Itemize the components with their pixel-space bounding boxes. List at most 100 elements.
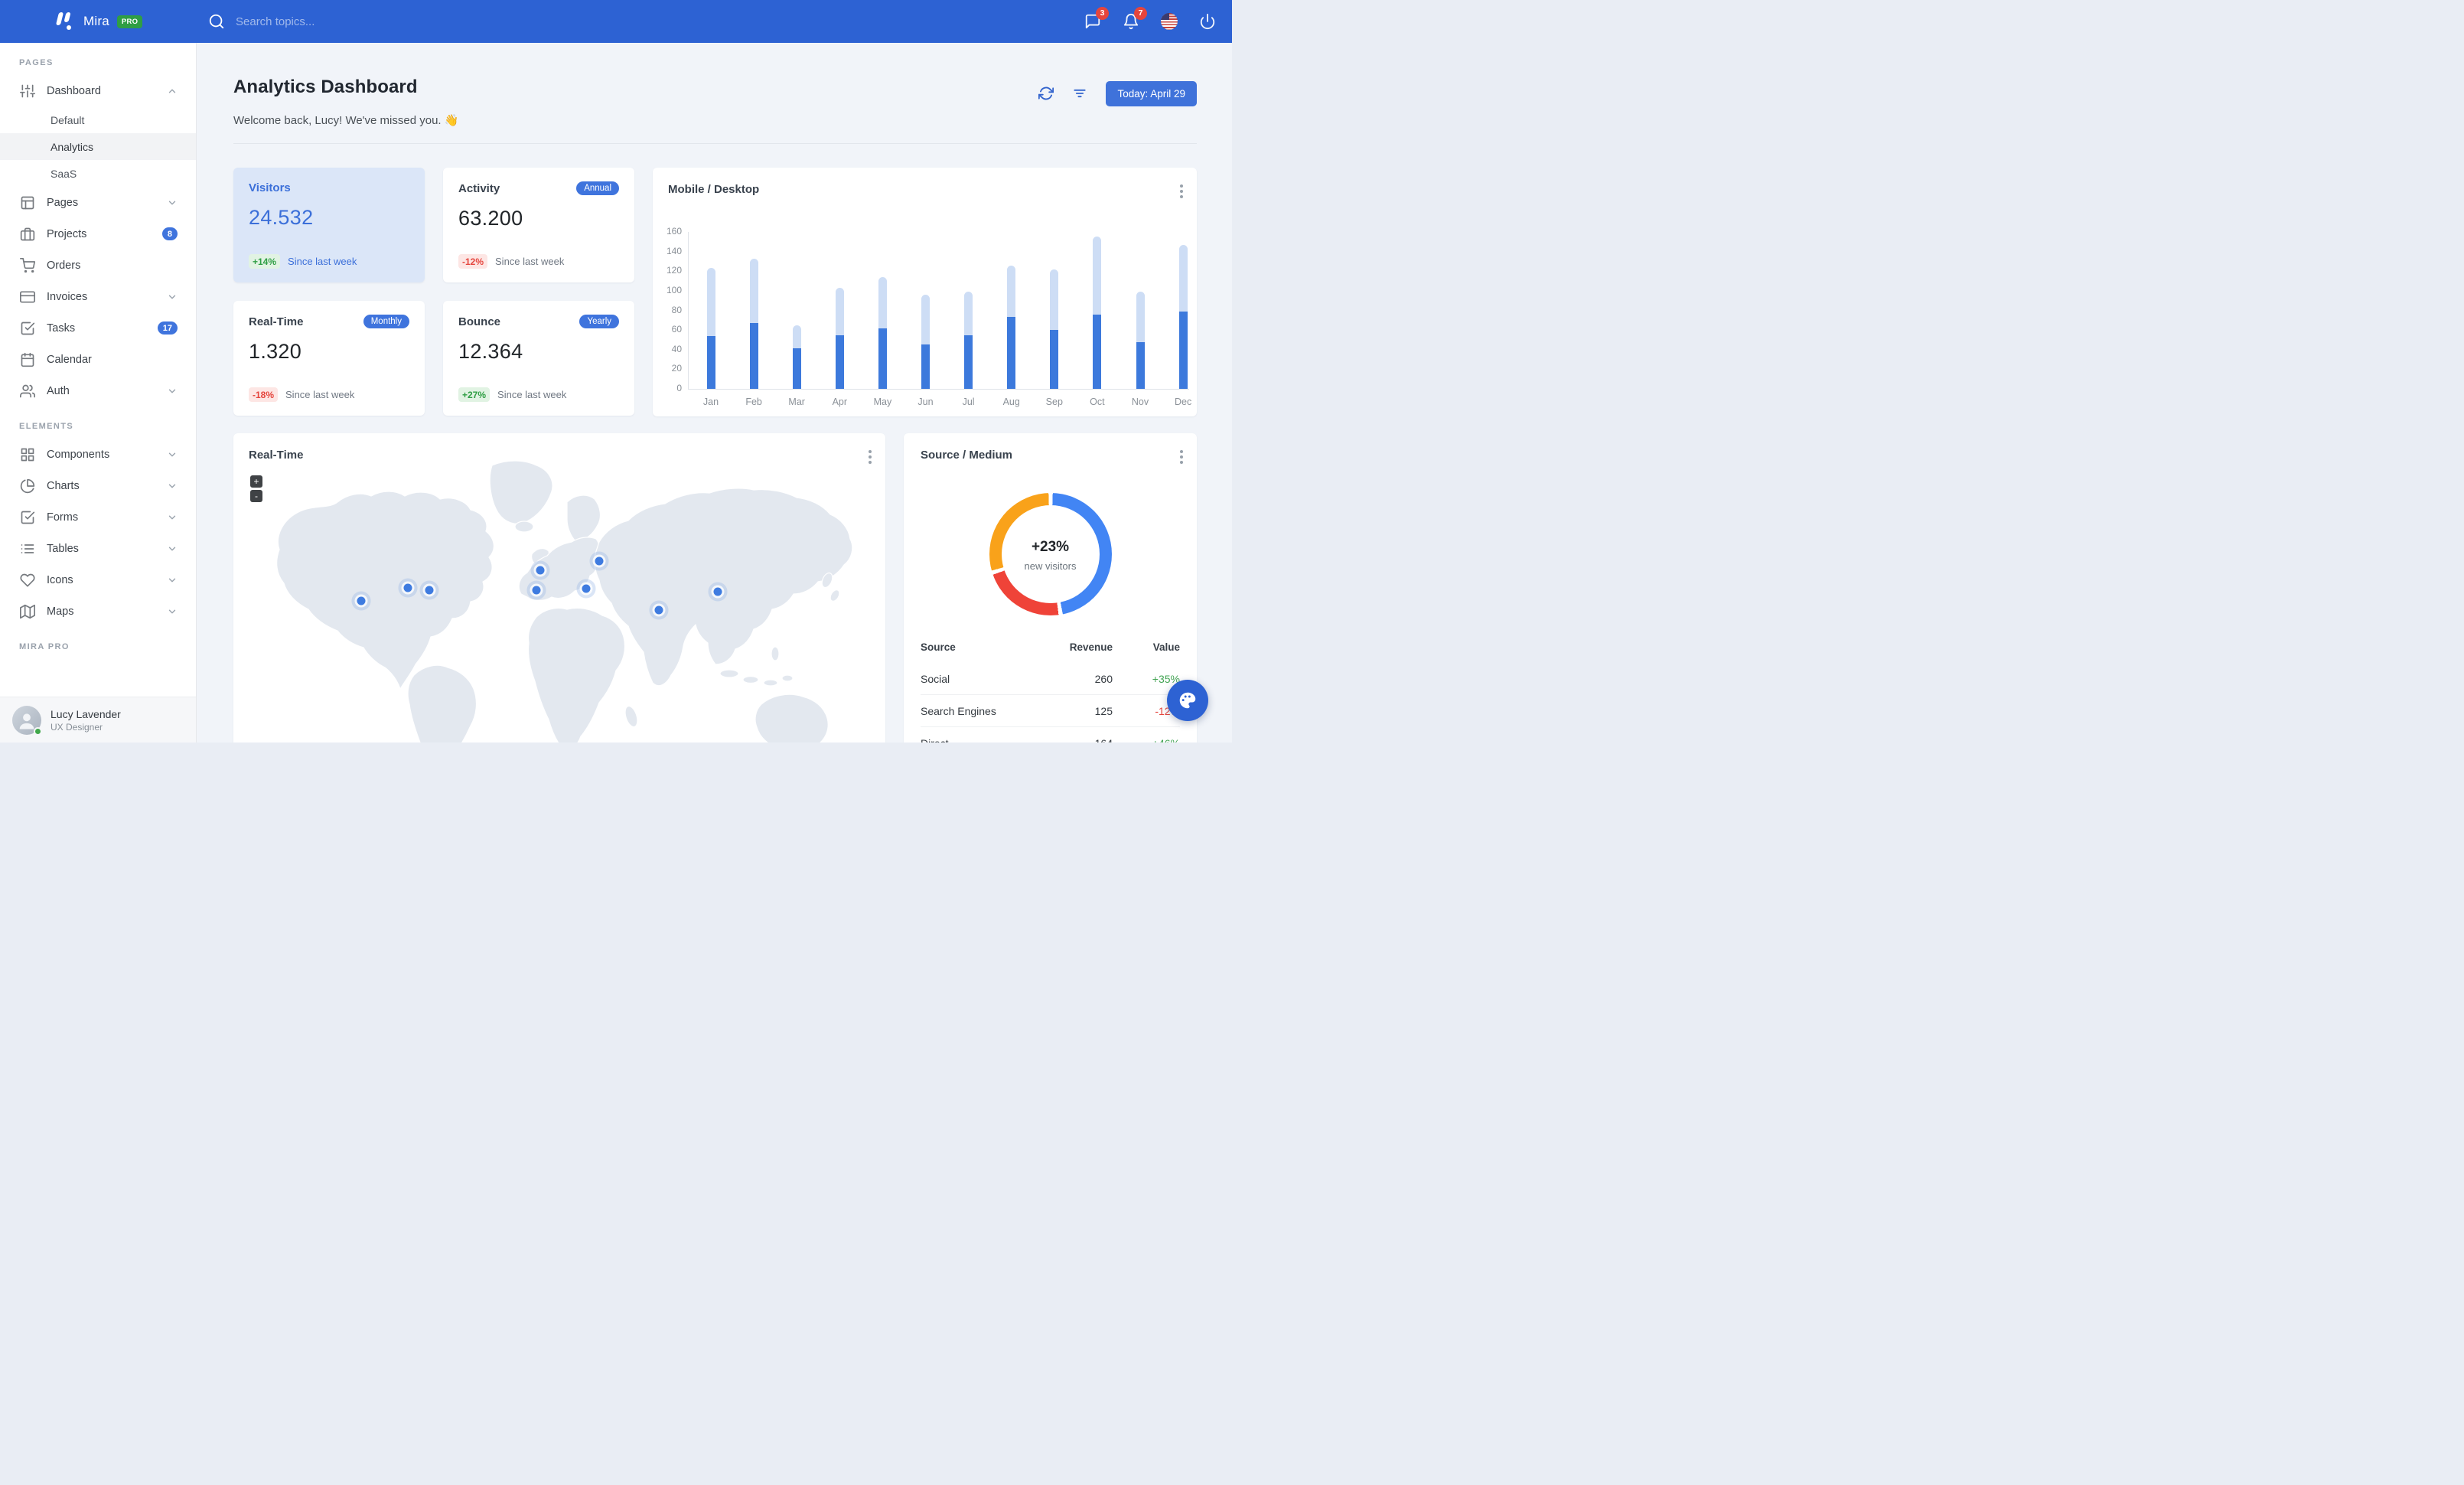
x-axis-tick: Jun <box>917 397 934 407</box>
map-icon <box>20 604 35 619</box>
map-marker[interactable] <box>595 556 604 566</box>
map-marker[interactable] <box>536 566 545 575</box>
stat-card-visitors: Visitors 24.532 +14% Since last week <box>233 168 425 282</box>
sidebar-subitem-analytics[interactable]: Analytics <box>0 133 196 160</box>
messages-icon[interactable]: 3 <box>1084 7 1109 31</box>
stat-period: Since last week <box>497 389 567 400</box>
notifications-bell-icon[interactable]: 7 <box>1122 7 1147 31</box>
theme-palette-button[interactable] <box>1167 680 1208 721</box>
stat-period: Since last week <box>285 389 355 400</box>
online-status-dot <box>34 726 42 736</box>
stat-period-badge[interactable]: Annual <box>576 181 619 195</box>
map-marker[interactable] <box>582 584 591 593</box>
stat-value: 63.200 <box>458 207 523 230</box>
sidebar-item-label: Forms <box>47 511 79 524</box>
stat-value: 12.364 <box>458 340 523 363</box>
x-axis-tick: Sep <box>1045 397 1063 407</box>
table-row: Social 260 +35% <box>921 663 1180 695</box>
source-medium-table: Source Revenue Value Social 260 +35% Sea… <box>921 631 1180 742</box>
chevron-down-icon <box>167 575 178 586</box>
sidebar-item-tasks[interactable]: Tasks 17 <box>0 312 196 344</box>
sidebar-subitem-default[interactable]: Default <box>0 106 196 133</box>
sidebar-item-forms[interactable]: Forms <box>0 501 196 533</box>
refresh-icon[interactable] <box>1038 86 1055 103</box>
sidebar-item-tables[interactable]: Tables <box>0 533 196 564</box>
credit-card-icon <box>20 289 35 305</box>
sidebar-item-maps[interactable]: Maps <box>0 596 196 627</box>
map-marker[interactable] <box>357 596 366 605</box>
sidebar-item-label: Charts <box>47 479 80 492</box>
sidebar-item-dashboard[interactable]: Dashboard <box>0 75 196 106</box>
stacked-bar <box>835 288 844 389</box>
sidebar-item-label: Calendar <box>47 353 92 366</box>
revenue-cell: 125 <box>1094 704 1113 717</box>
messages-count-badge: 3 <box>1096 7 1109 20</box>
sidebar-item-auth[interactable]: Auth <box>0 375 196 406</box>
date-button[interactable]: Today: April 29 <box>1106 81 1197 106</box>
sidebar-item-components[interactable]: Components <box>0 439 196 470</box>
chevron-down-icon <box>167 386 178 397</box>
table-row: Direct 164 +46% <box>921 727 1180 742</box>
power-icon[interactable] <box>1198 12 1217 31</box>
x-axis-tick: Nov <box>1131 397 1149 407</box>
x-axis-tick: Mar <box>788 397 805 407</box>
map-marker[interactable] <box>654 605 663 615</box>
stat-card-real-time: Real-Time Monthly 1.320 -18% Since last … <box>233 301 425 416</box>
y-axis-tick: 20 <box>671 363 682 374</box>
stacked-bar <box>1093 237 1102 389</box>
language-flag-icon[interactable] <box>1160 12 1178 31</box>
chevron-down-icon <box>167 512 178 523</box>
sidebar-item-label: Orders <box>47 259 81 272</box>
revenue-cell: 164 <box>1044 737 1113 742</box>
stat-value: 24.532 <box>249 206 314 229</box>
sidebar-item-label: Tasks <box>47 321 76 335</box>
stat-title: Real-Time <box>249 315 304 328</box>
pro-badge: PRO <box>116 15 143 28</box>
stat-period-badge[interactable]: Monthly <box>363 315 409 328</box>
page-subtitle: Welcome back, Lucy! We've missed you. 👋 <box>233 114 459 127</box>
shopping-cart-icon <box>20 257 35 273</box>
x-axis-tick: Feb <box>745 397 762 407</box>
sidebar-item-invoices[interactable]: Invoices <box>0 281 196 312</box>
search-input[interactable] <box>236 15 435 28</box>
briefcase-icon <box>20 227 35 242</box>
change-chip: -12% <box>458 254 488 269</box>
stacked-bar <box>706 268 715 389</box>
table-row: Search Engines 125 -12% <box>921 695 1180 727</box>
map-marker[interactable] <box>425 586 434 595</box>
sidebar-subitem-saas[interactable]: SaaS <box>0 160 196 187</box>
stacked-bar <box>964 292 973 389</box>
sidebar-item-pages[interactable]: Pages <box>0 187 196 218</box>
sidebar-item-projects[interactable]: Projects 8 <box>0 218 196 250</box>
change-chip: +27% <box>458 387 491 402</box>
stacked-bar <box>878 276 887 389</box>
map-marker[interactable] <box>403 583 412 592</box>
user-profile[interactable]: Lucy Lavender UX Designer <box>0 697 196 742</box>
chevron-up-icon <box>167 86 178 96</box>
brand[interactable]: Mira PRO <box>53 0 143 43</box>
y-axis-tick: 40 <box>671 343 682 354</box>
users-icon <box>20 383 35 399</box>
sidebar-item-calendar[interactable]: Calendar <box>0 344 196 375</box>
stat-title: Activity <box>458 181 500 195</box>
check-square-icon <box>20 510 35 525</box>
sidebar-item-charts[interactable]: Charts <box>0 470 196 501</box>
navbar-actions: 3 7 <box>1084 0 1217 43</box>
x-axis-tick: May <box>873 397 892 407</box>
palette-icon <box>1179 692 1196 709</box>
sidebar-item-icons[interactable]: Icons <box>0 564 196 596</box>
column-header: Revenue <box>1069 641 1113 653</box>
list-icon <box>20 541 35 556</box>
stacked-bar <box>921 295 930 389</box>
x-axis-tick: Jul <box>962 397 975 407</box>
stat-period: Since last week <box>495 256 565 267</box>
stat-period-badge[interactable]: Yearly <box>579 315 619 328</box>
notifications-count-badge: 7 <box>1134 7 1147 20</box>
map-marker[interactable] <box>713 587 722 596</box>
filter-icon[interactable] <box>1072 86 1089 103</box>
sidebar-item-orders[interactable]: Orders <box>0 250 196 281</box>
kebab-menu-icon[interactable] <box>1180 449 1183 465</box>
stacked-bar <box>1136 292 1145 389</box>
source-cell: Direct <box>921 737 1044 742</box>
map-marker[interactable] <box>532 586 541 595</box>
